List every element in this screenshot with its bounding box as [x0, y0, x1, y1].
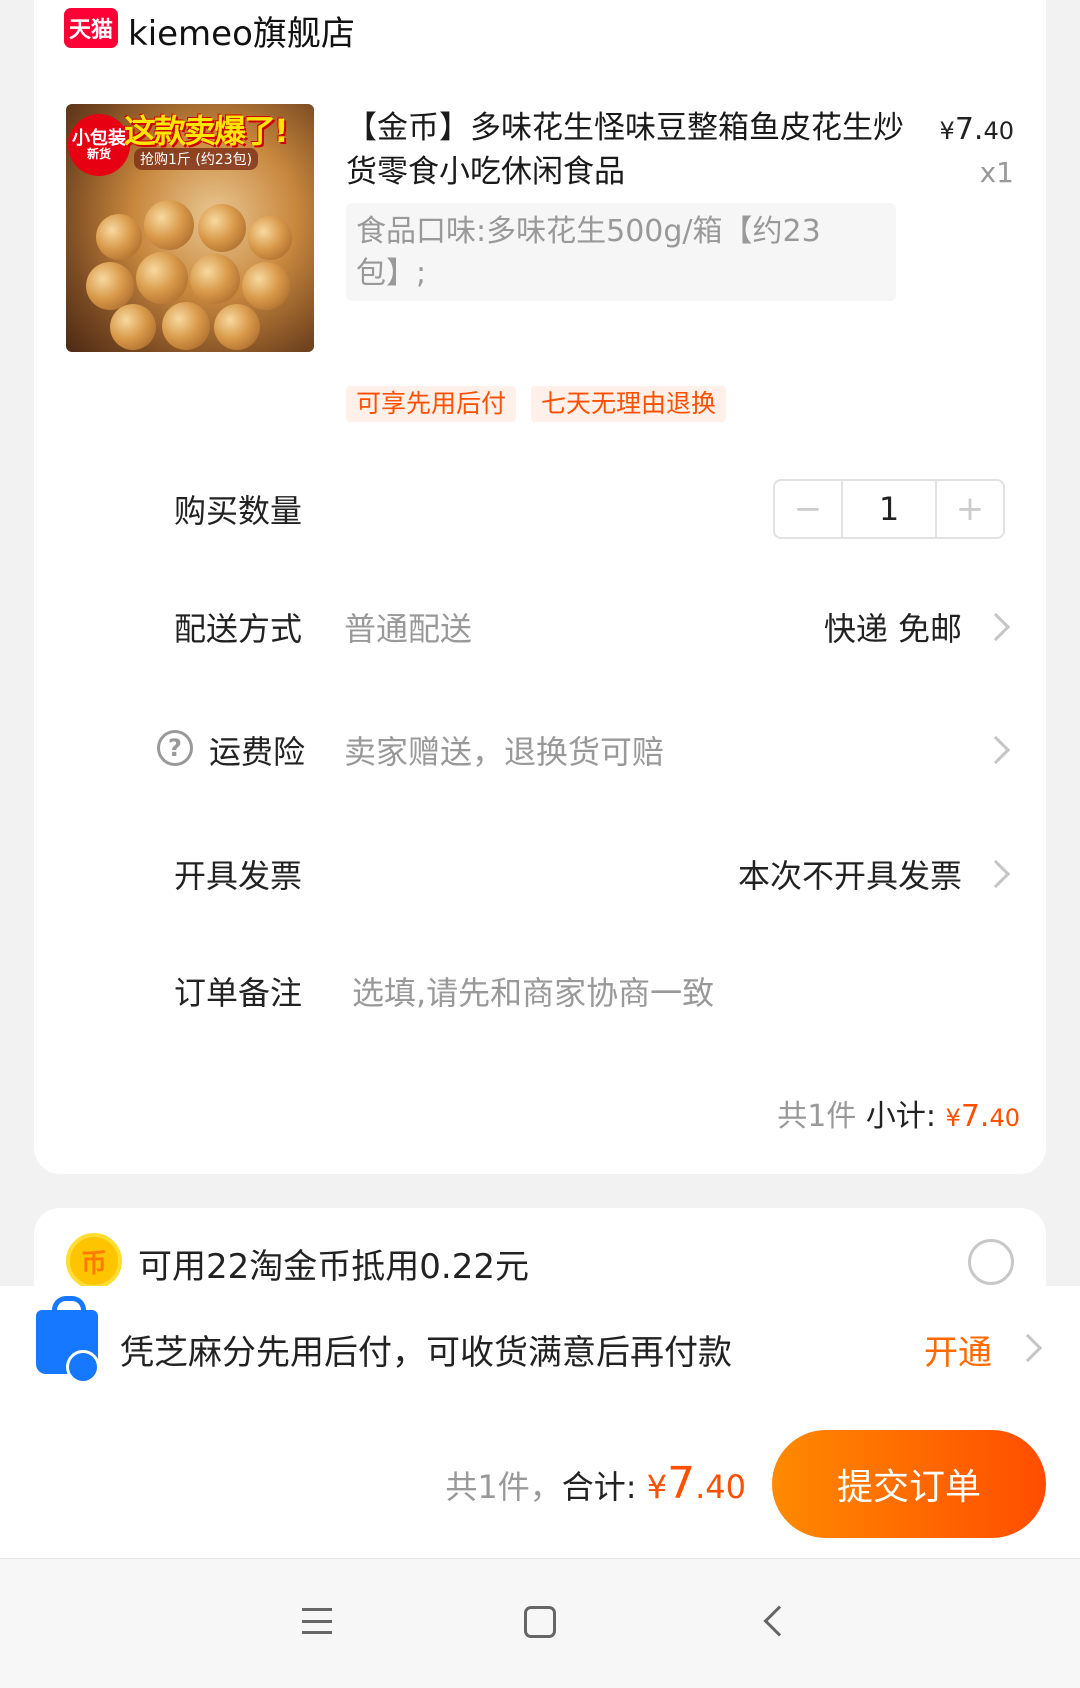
coin-discount-toggle[interactable] — [968, 1239, 1014, 1285]
product-price: ¥7.40 — [939, 112, 1014, 147]
store-name[interactable]: kiemeo旗舰店 — [128, 6, 355, 55]
image-badge: 小包装 新货 — [68, 114, 130, 176]
quantity-stepper: − 1 + — [773, 479, 1005, 539]
quantity-label: 购买数量 — [174, 492, 303, 530]
remark-label: 订单备注 — [174, 974, 303, 1012]
product-image[interactable]: 小包装 新货 这款卖爆了! 抢购1斤 (约23包) — [66, 104, 314, 352]
image-banner-text: 这款卖爆了! — [124, 112, 289, 150]
tag-seven-day-return: 七天无理由退换 — [531, 386, 727, 422]
pay-later-text: 凭芝麻分先用后付，可收货满意后再付款 — [120, 1333, 732, 1373]
coin-discount-text: 可用22淘金币抵用0.22元 — [138, 1247, 529, 1287]
remark-input[interactable]: 选填,请先和商家协商一致 — [352, 968, 714, 1014]
delivery-label: 配送方式 — [174, 610, 303, 648]
help-icon[interactable]: ? — [157, 730, 193, 766]
image-subtitle: 抢购1斤 (约23包) — [134, 148, 259, 170]
increment-button[interactable]: + — [937, 481, 1003, 537]
coin-icon: 币 — [66, 1233, 122, 1289]
quantity-value[interactable]: 1 — [841, 481, 937, 537]
product-sku[interactable]: 食品口味:多味花生500g/箱【约23包】; — [346, 203, 896, 301]
invoice-value: 本次不开具发票 — [737, 857, 962, 895]
pay-later-open-button[interactable]: 开通 — [924, 1325, 992, 1374]
order-total: 共1件，合计: ¥7.40 — [445, 1458, 746, 1509]
insurance-desc: 卖家赠送，退换货可赔 — [344, 733, 665, 771]
tmall-logo-icon: 天猫 — [64, 8, 118, 48]
invoice-label: 开具发票 — [174, 857, 303, 895]
insurance-label: 运费险 — [209, 733, 306, 771]
delivery-value: 快递 免邮 — [823, 610, 962, 648]
home-icon[interactable] — [524, 1606, 556, 1638]
subtotal: 共1件 小计: ¥7.40 — [777, 1099, 1020, 1134]
drop-icon — [66, 1350, 100, 1384]
menu-icon[interactable] — [302, 1608, 332, 1634]
product-quantity: x1 — [979, 156, 1014, 189]
submit-order-button[interactable]: 提交订单 — [772, 1430, 1046, 1538]
tag-pay-later: 可享先用后付 — [346, 386, 517, 422]
delivery-method: 普通配送 — [344, 610, 473, 648]
product-title[interactable]: 【金币】多味花生怪味豆整箱鱼皮花生炒货零食小吃休闲食品 — [346, 106, 906, 194]
decrement-button[interactable]: − — [775, 481, 841, 537]
